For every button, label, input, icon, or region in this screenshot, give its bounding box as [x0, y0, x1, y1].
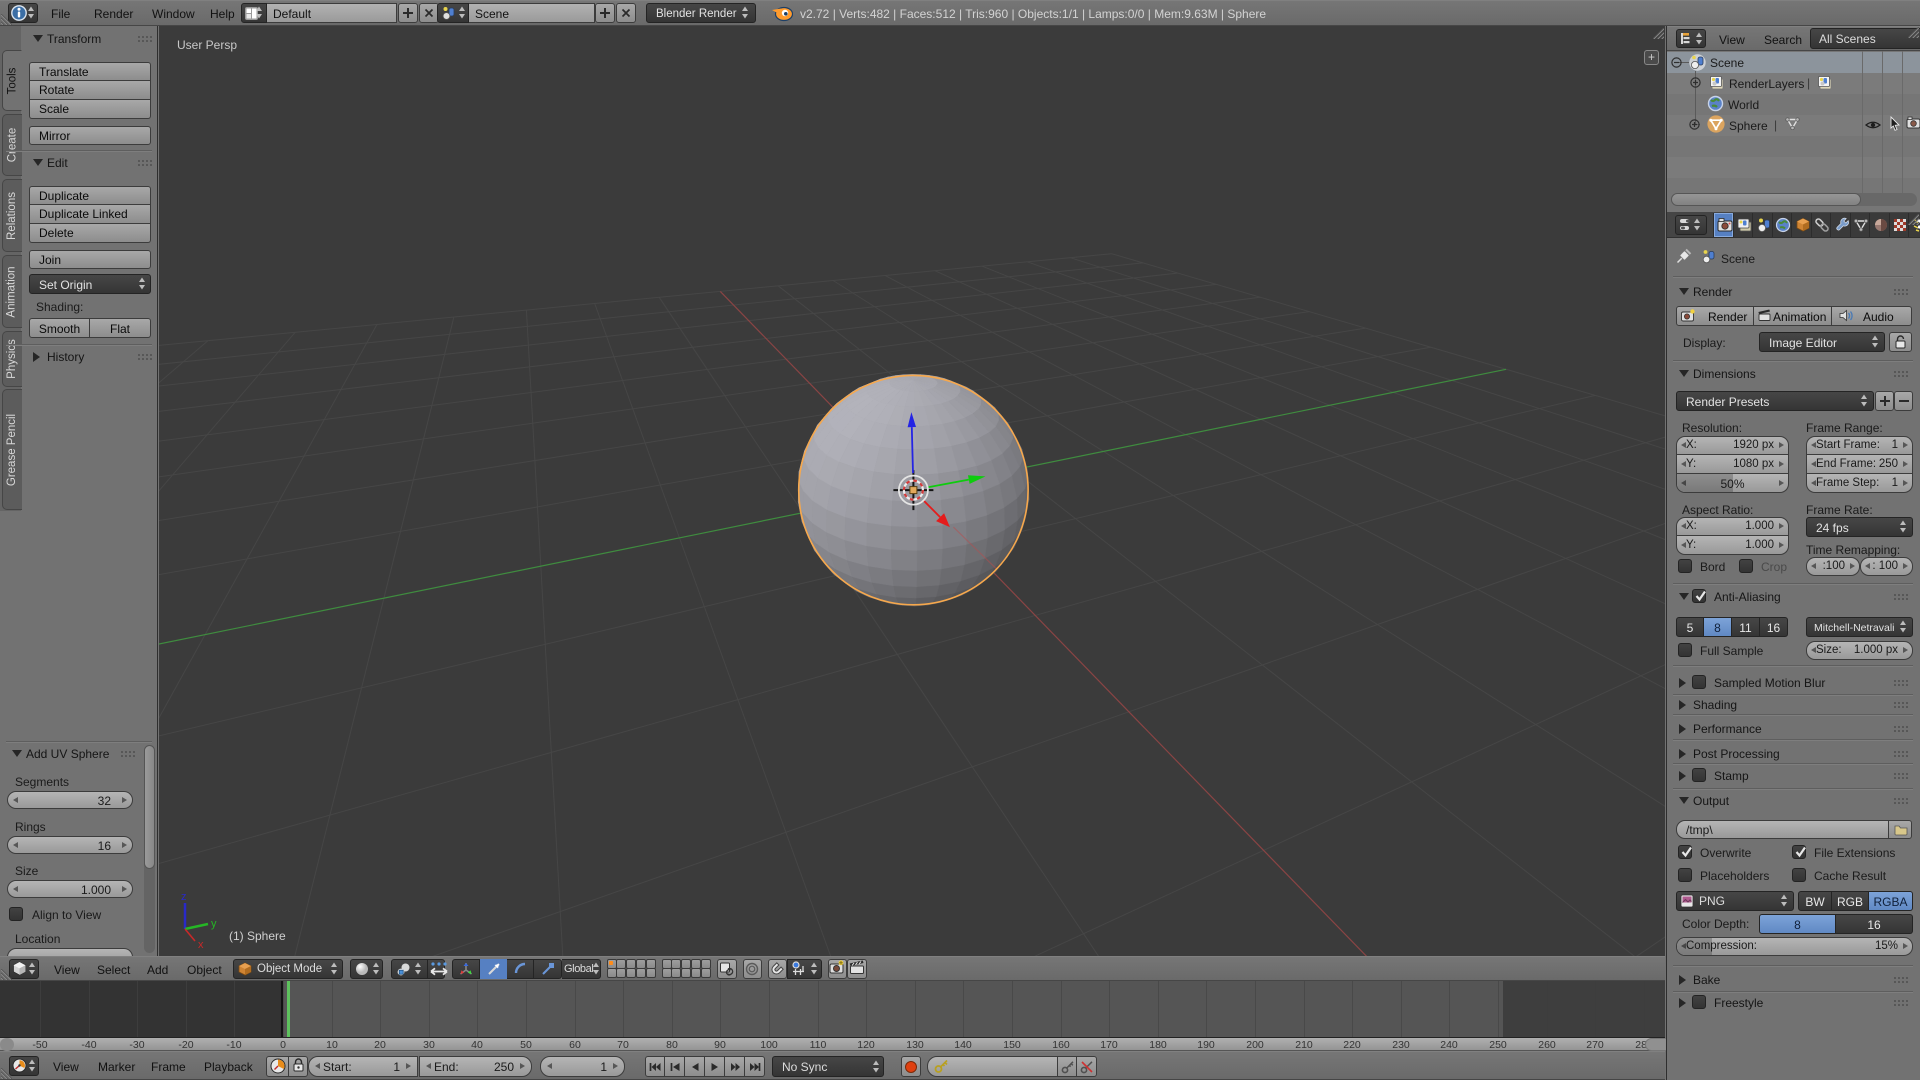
svg-text:z: z — [181, 891, 187, 903]
svg-text:x: x — [198, 939, 204, 951]
svg-text:y: y — [211, 918, 217, 930]
